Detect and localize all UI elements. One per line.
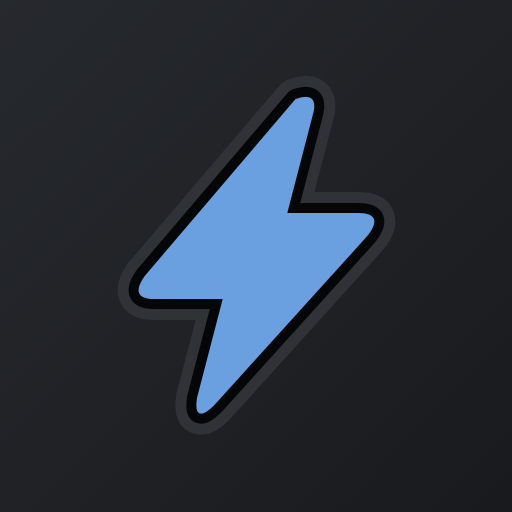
lightning-bolt-icon: [117, 75, 396, 435]
app-icon-background: [0, 0, 512, 512]
